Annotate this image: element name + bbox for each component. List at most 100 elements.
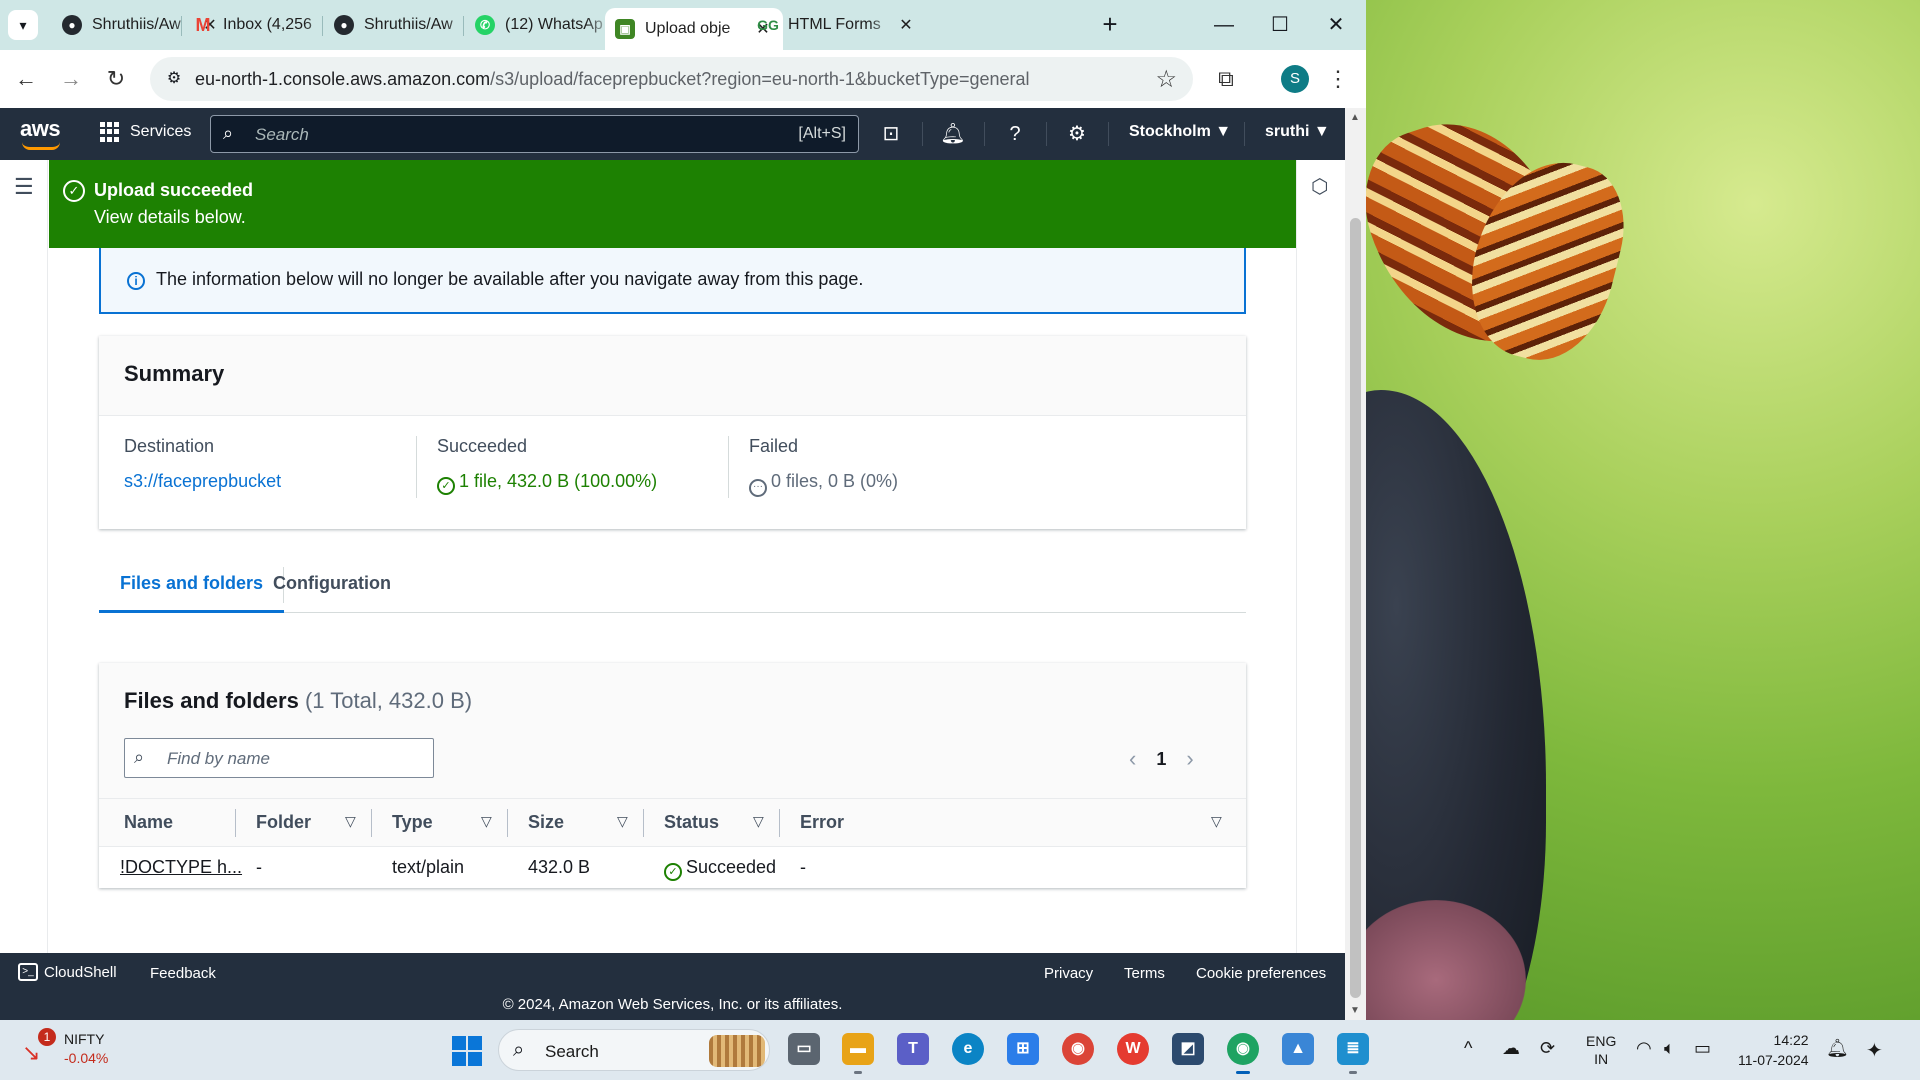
widget-badge: 1 [38,1028,56,1046]
tools-panel-icon[interactable]: ⬡ [1311,174,1328,199]
new-tab-button[interactable]: + [1095,10,1125,40]
hamburger-menu-icon[interactable]: ☰ [14,174,34,200]
notifications-bell-icon[interactable]: 🔔︎ [939,120,967,148]
minimize-button[interactable]: — [1196,8,1252,42]
onedrive-cloud-icon[interactable]: ☁ [1502,1038,1520,1059]
scroll-down-icon[interactable]: ▼ [1350,1005,1360,1016]
url-text[interactable]: eu-north-1.console.aws.amazon.com/s3/upl… [195,69,1030,90]
failed-column: Failed ··· 0 files, 0 B (0%) [749,436,1119,497]
wps-office-icon[interactable]: W [1117,1033,1149,1065]
privacy-link[interactable]: Privacy [1044,965,1093,982]
tab-html-forms[interactable]: GG HTML Forms ✕ [748,6,926,44]
summary-title: Summary [124,361,225,386]
file-name-link[interactable]: !DOCTYPE h... [120,857,242,878]
column-size[interactable]: Size [528,812,564,833]
geeksforgeeks-icon: GG [757,17,779,33]
scrollbar-thumb[interactable] [1350,218,1361,998]
column-name[interactable]: Name [124,812,173,833]
tools-panel-rail: ⬡ [1296,160,1345,953]
cookie-preferences-link[interactable]: Cookie preferences [1196,965,1326,982]
chevron-left-icon[interactable]: ‹ [1129,746,1136,772]
notepad-icon[interactable]: ≣ [1337,1033,1369,1074]
sort-caret-icon[interactable]: ▽ [345,813,356,830]
tab-configuration[interactable]: Configuration [252,553,412,613]
sync-icon[interactable]: ⟳ [1540,1038,1555,1059]
sort-caret-icon[interactable]: ▽ [753,813,764,830]
volume-icon[interactable]: 🔈︎ [1664,1038,1675,1059]
tab-title: HTML Forms [788,16,881,33]
feedback-link[interactable]: Feedback [150,965,216,982]
success-check-icon: ✓ [437,477,455,495]
chevron-up-icon[interactable]: ^ [1464,1038,1472,1059]
photos-icon[interactable]: ▲ [1282,1033,1314,1065]
page-scrollbar[interactable]: ▲ ▼ [1345,108,1366,1020]
sort-caret-icon[interactable]: ▽ [617,813,628,830]
back-button[interactable]: ← [10,63,42,95]
sort-caret-icon[interactable]: ▽ [1211,813,1222,830]
aws-search-input[interactable]: ⌕ Search [Alt+S] [210,115,859,153]
forward-button[interactable]: → [55,63,87,95]
tab-title: (12) WhatsAp [505,16,603,33]
system-clock[interactable]: 14:22 11-07-2024 [1738,1030,1809,1070]
maximize-button[interactable]: ☐ [1252,8,1308,42]
battery-icon[interactable]: ▭ [1694,1038,1711,1059]
pagination: ‹ 1 › [1129,746,1194,772]
file-explorer-icon[interactable]: ▬ [842,1033,874,1074]
cell-error: - [800,857,806,877]
browser-menu-icon[interactable]: ⋮ [1322,63,1354,95]
success-check-icon: ✓ [63,180,85,202]
column-type[interactable]: Type [392,812,433,833]
column-status[interactable]: Status [664,812,719,833]
find-by-name-input[interactable]: ⌕ Find by name [124,738,434,778]
tab-title: Upload obje [645,20,731,37]
reload-button[interactable]: ↻ [100,63,132,95]
bookmark-star-icon[interactable]: ☆ [1155,65,1177,94]
browser-toolbar: ← → ↻ ⚙ eu-north-1.console.aws.amazon.co… [0,50,1366,108]
pending-dots-icon: ··· [749,479,767,497]
cell-status: ✓ Succeeded [664,857,776,881]
scroll-up-icon[interactable]: ▲ [1350,112,1360,123]
column-error[interactable]: Error [800,812,844,833]
chrome-profile-icon[interactable]: ◉ [1227,1033,1259,1074]
close-icon[interactable]: ✕ [896,15,916,35]
site-info-icon[interactable]: ⚙ [162,67,186,91]
dev-tool-icon[interactable]: ◩ [1172,1033,1204,1065]
profile-avatar[interactable]: S [1281,65,1309,93]
notification-bell-icon[interactable]: 🔔︎ [1826,1038,1849,1059]
address-bar[interactable]: ⚙ eu-north-1.console.aws.amazon.com/s3/u… [150,57,1193,101]
success-check-icon: ✓ [664,863,682,881]
services-menu[interactable]: Services [100,122,191,142]
taskbar-search[interactable]: ⌕ Search [498,1029,770,1071]
page-number[interactable]: 1 [1156,749,1166,770]
aws-logo[interactable]: aws [20,116,61,150]
cloudshell-button[interactable]: >_ CloudShell [18,963,117,981]
console-footer: >_ CloudShell Feedback Privacy Terms Coo… [0,953,1345,1020]
cloudshell-icon: >_ [18,963,38,981]
windows-start-icon[interactable] [452,1036,482,1066]
grid-icon [100,122,120,142]
account-menu[interactable]: sruthi ▼ [1265,123,1330,141]
cloudshell-icon[interactable]: ⊡ [877,120,905,148]
close-window-button[interactable]: ✕ [1308,8,1364,42]
terms-link[interactable]: Terms [1124,965,1165,982]
microsoft-store-icon[interactable]: ⊞ [1007,1033,1039,1065]
tab-strip: ▾ ● Shruthiis/Aw ✕ M Inbox (4,256 ✕ ● Sh… [0,0,1366,50]
files-and-folders-table: Files and folders (1 Total, 432.0 B) ⌕ F… [99,663,1246,888]
language-indicator[interactable]: ENG IN [1586,1032,1616,1068]
copilot-icon[interactable]: ✦ [1866,1038,1883,1063]
help-icon[interactable]: ? [1001,120,1029,148]
widget-title: NIFTY [64,1031,105,1047]
settings-gear-icon[interactable]: ⚙ [1063,120,1091,148]
teams-icon[interactable]: T [897,1033,929,1065]
tab-search-button[interactable]: ▾ [8,10,38,40]
extensions-icon[interactable]: ⧉ [1210,63,1242,95]
chevron-right-icon[interactable]: › [1186,746,1193,772]
region-selector[interactable]: Stockholm ▼ [1129,123,1231,141]
sort-caret-icon[interactable]: ▽ [481,813,492,830]
task-view-icon[interactable]: ▭ [788,1033,820,1065]
edge-icon[interactable]: e [952,1033,984,1065]
services-label: Services [130,123,192,140]
column-folder[interactable]: Folder [256,812,311,833]
chrome-icon[interactable]: ◉ [1062,1033,1094,1065]
wifi-icon[interactable]: ◠ [1636,1038,1652,1059]
